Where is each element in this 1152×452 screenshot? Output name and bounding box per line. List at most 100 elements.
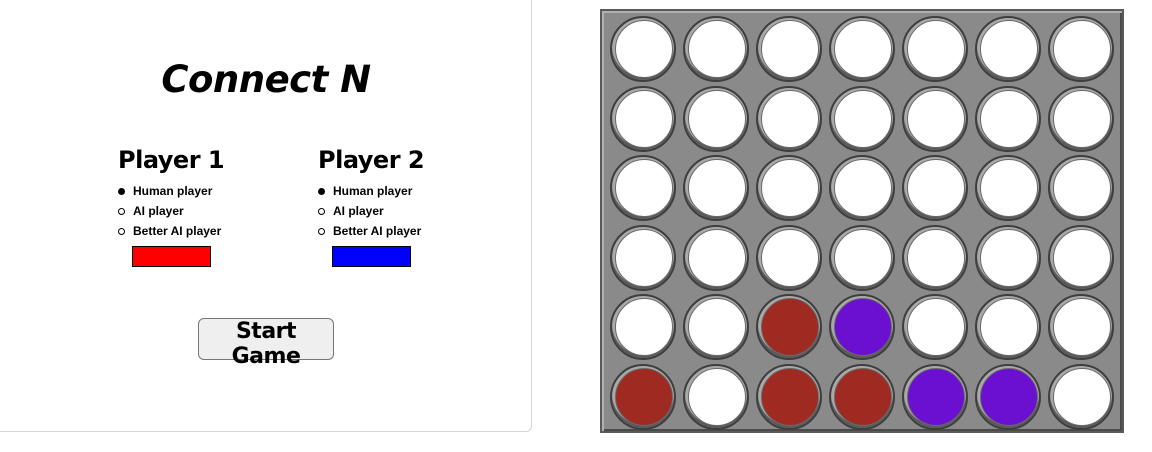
board-slot[interactable] xyxy=(902,224,968,291)
player-1-color-swatch[interactable] xyxy=(132,246,211,267)
player-2-disc xyxy=(907,367,965,426)
option-label: Better AI player xyxy=(133,224,222,238)
board-slot[interactable] xyxy=(683,85,749,152)
board-slot[interactable] xyxy=(1048,363,1114,430)
empty-hole xyxy=(980,228,1038,287)
empty-hole xyxy=(615,298,673,356)
board-slot[interactable] xyxy=(610,224,676,291)
player-2-heading: Player 2 xyxy=(318,146,425,174)
board-slot[interactable] xyxy=(829,363,895,430)
empty-hole xyxy=(761,20,819,78)
player-1-disc xyxy=(615,367,673,426)
radio-button[interactable] xyxy=(318,207,325,215)
board-slot[interactable] xyxy=(975,294,1041,360)
player-2-disc xyxy=(834,298,892,356)
player-1-option-human[interactable]: Human player xyxy=(118,181,298,201)
board-slot[interactable] xyxy=(610,85,676,152)
board-slot[interactable] xyxy=(683,16,749,82)
radio-button[interactable] xyxy=(318,187,325,195)
board-slot[interactable] xyxy=(683,363,749,430)
board-slot[interactable] xyxy=(683,155,749,221)
radio-button[interactable] xyxy=(118,187,125,195)
board-slot[interactable] xyxy=(756,224,822,291)
empty-hole xyxy=(688,89,746,148)
option-label: Human player xyxy=(333,184,413,198)
game-title: Connect N xyxy=(161,58,371,101)
board-slot[interactable] xyxy=(902,16,968,82)
empty-hole xyxy=(615,228,673,287)
board-slot[interactable] xyxy=(683,224,749,291)
player-1-settings: Player 1 Human player AI player Better A… xyxy=(118,146,298,267)
board-slot[interactable] xyxy=(829,16,895,82)
game-board[interactable] xyxy=(600,9,1124,433)
board-slot[interactable] xyxy=(975,155,1041,221)
board-slot[interactable] xyxy=(902,85,968,152)
board-slot[interactable] xyxy=(1048,224,1114,291)
empty-hole xyxy=(834,20,892,78)
board-slot[interactable] xyxy=(756,294,822,360)
empty-hole xyxy=(907,228,965,287)
board-slot[interactable] xyxy=(829,155,895,221)
empty-hole xyxy=(615,89,673,148)
empty-hole xyxy=(761,159,819,217)
radio-button[interactable] xyxy=(118,207,125,215)
board-slot[interactable] xyxy=(756,85,822,152)
option-label: Human player xyxy=(133,184,213,198)
board-slot[interactable] xyxy=(1048,294,1114,360)
empty-hole xyxy=(834,228,892,287)
board-slot[interactable] xyxy=(1048,16,1114,82)
player-1-heading: Player 1 xyxy=(118,146,225,174)
board-slot[interactable] xyxy=(975,363,1041,430)
option-label: Better AI player xyxy=(333,224,422,238)
empty-hole xyxy=(834,159,892,217)
empty-hole xyxy=(980,298,1038,356)
player-1-option-better-ai[interactable]: Better AI player xyxy=(118,221,298,241)
board-slot[interactable] xyxy=(610,155,676,221)
board-slot[interactable] xyxy=(902,363,968,430)
empty-hole xyxy=(688,228,746,287)
empty-hole xyxy=(615,20,673,78)
radio-button[interactable] xyxy=(118,227,125,235)
empty-hole xyxy=(688,159,746,217)
empty-hole xyxy=(688,20,746,78)
board-slot[interactable] xyxy=(610,363,676,430)
empty-hole xyxy=(615,159,673,217)
board-slot[interactable] xyxy=(1048,155,1114,221)
empty-hole xyxy=(1053,367,1111,426)
board-slot[interactable] xyxy=(829,294,895,360)
empty-hole xyxy=(1053,298,1111,356)
board-slot[interactable] xyxy=(756,155,822,221)
board-slot[interactable] xyxy=(683,294,749,360)
player-2-settings: Player 2 Human player AI player Better A… xyxy=(318,146,498,267)
player-1-disc xyxy=(761,298,819,356)
player-1-disc xyxy=(761,367,819,426)
board-slot[interactable] xyxy=(975,16,1041,82)
board-slot[interactable] xyxy=(610,16,676,82)
empty-hole xyxy=(761,89,819,148)
option-label: AI player xyxy=(133,204,184,218)
board-slot[interactable] xyxy=(829,224,895,291)
start-game-button[interactable]: Start Game xyxy=(198,318,334,369)
player-2-option-ai[interactable]: AI player xyxy=(318,201,498,221)
empty-hole xyxy=(1053,228,1111,287)
player-2-option-better-ai[interactable]: Better AI player xyxy=(318,221,498,241)
empty-hole xyxy=(980,159,1038,217)
board-slot[interactable] xyxy=(610,294,676,360)
player-2-color-swatch[interactable] xyxy=(332,246,411,267)
board-slot[interactable] xyxy=(829,85,895,152)
empty-hole xyxy=(1053,159,1111,217)
player-1-option-ai[interactable]: AI player xyxy=(118,201,298,221)
empty-hole xyxy=(834,89,892,148)
player-2-option-human[interactable]: Human player xyxy=(318,181,498,201)
board-slot[interactable] xyxy=(1048,85,1114,152)
board-slot[interactable] xyxy=(756,363,822,430)
empty-hole xyxy=(761,228,819,287)
empty-hole xyxy=(980,20,1038,78)
board-slot[interactable] xyxy=(975,85,1041,152)
board-slot[interactable] xyxy=(902,294,968,360)
board-slot[interactable] xyxy=(975,224,1041,291)
empty-hole xyxy=(688,367,746,426)
board-slot[interactable] xyxy=(902,155,968,221)
board-slot[interactable] xyxy=(756,16,822,82)
radio-button[interactable] xyxy=(318,227,325,235)
